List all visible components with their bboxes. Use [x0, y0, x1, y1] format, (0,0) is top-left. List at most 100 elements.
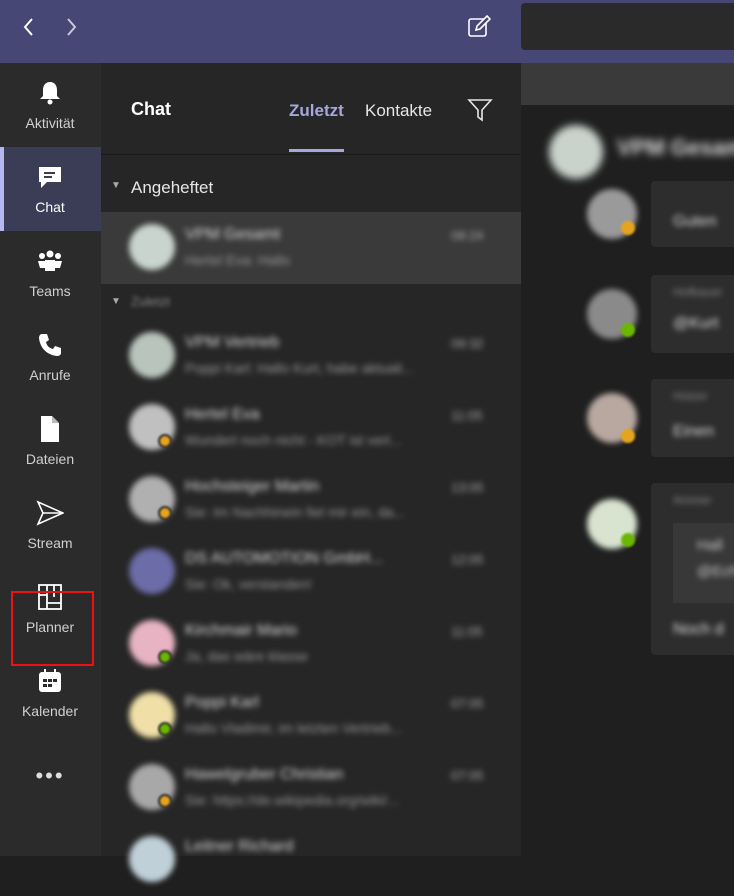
presence-away-icon	[158, 794, 172, 808]
quote-line: Hall	[697, 537, 723, 554]
section-title: Zuletzt	[131, 294, 171, 309]
chat-time: 11:05	[451, 624, 483, 639]
chat-name: Leitner Richard	[185, 838, 294, 855]
chat-time: 13:05	[451, 480, 484, 495]
compose-icon[interactable]	[466, 14, 492, 40]
conversation-pane: VPM Gesamt Guten Hofbauer @Kurt Holzer E…	[521, 63, 734, 856]
file-icon	[41, 416, 59, 442]
chat-list-item[interactable]: VPM Vertrieb Poppi Karl: Hallo Kurt, habe…	[101, 320, 521, 392]
highlight-box	[11, 591, 94, 666]
tab-recent[interactable]: Zuletzt	[289, 101, 344, 152]
app-title-bar	[0, 0, 734, 63]
rail-item-label: Teams	[29, 283, 71, 299]
search-input[interactable]	[521, 3, 734, 50]
chat-time: 07:05	[451, 768, 484, 783]
avatar	[129, 836, 175, 882]
message-author: Ammer	[673, 493, 712, 507]
message-text: Einen	[673, 423, 714, 440]
bell-icon	[40, 82, 60, 105]
chat-preview: Hallo Vladimir, im letzten Vertrieb...	[185, 720, 403, 736]
rail-item-label: Stream	[27, 535, 73, 551]
more-apps-button[interactable]: •••	[30, 763, 70, 793]
chat-list-item[interactable]: Hertel Eva Wunderl noch nicht - KOT ist v…	[101, 392, 521, 464]
chat-list-item[interactable]: Hawelgruber Christian Sie: https://de.wik…	[101, 752, 521, 824]
chat-list-item[interactable]: Hochsteiger Martin Sie: Im Nachhinein fie…	[101, 464, 521, 536]
rail-item-activity[interactable]: Aktivität	[0, 63, 101, 147]
section-pinned[interactable]: ▼ Angeheftet	[101, 168, 521, 208]
phone-icon	[39, 334, 61, 356]
avatar	[129, 548, 175, 594]
rail-item-label: Anrufe	[29, 367, 71, 383]
presence-away-icon	[621, 221, 635, 235]
chat-preview: Poppi Karl: Hallo Kurt, habe aktuali...	[185, 360, 414, 376]
calendar-icon	[39, 669, 61, 692]
stream-icon	[36, 500, 64, 526]
rail-item-label: Dateien	[25, 451, 75, 467]
presence-available-icon	[621, 323, 635, 337]
chat-name: VPM Vertrieb	[185, 334, 280, 351]
presence-away-icon	[158, 434, 172, 448]
chat-list-item[interactable]: Leitner Richard	[101, 824, 521, 896]
chat-time: 07:05	[451, 696, 484, 711]
chevron-down-icon: ▼	[111, 296, 121, 307]
chat-preview: Sie: https://de.wikipedia.org/wiki/...	[185, 792, 399, 808]
message-text: Guten	[673, 213, 717, 230]
chat-time: 09:32	[451, 336, 484, 351]
avatar	[129, 224, 175, 270]
chat-name: Kirchmair Mario	[185, 622, 298, 639]
chat-icon	[39, 167, 61, 188]
message-bubble: Hofbauer @Kurt	[651, 275, 734, 353]
chat-preview: Ja, das wäre klasse	[185, 648, 308, 664]
rail-item-label: Kalender	[21, 703, 79, 719]
message-bubble: Guten	[651, 181, 734, 247]
section-title: Angeheftet	[131, 178, 214, 197]
chat-time: 11:05	[451, 408, 483, 423]
presence-available-icon	[621, 533, 635, 547]
chat-preview: Wunderl noch nicht - KOT ist verl...	[185, 432, 402, 448]
rail-item-calls[interactable]: Anrufe	[0, 315, 101, 399]
chat-name: Hochsteiger Martin	[185, 478, 320, 495]
chevron-left-icon[interactable]	[16, 14, 42, 40]
conversation-title: VPM Gesamt	[617, 135, 734, 160]
message-author: Hofbauer	[673, 285, 723, 299]
chat-title: Chat	[131, 99, 171, 119]
quote-line: @Ech	[697, 563, 734, 580]
chat-list-item[interactable]: Poppi Karl Hallo Vladimir, im letzten Ver…	[101, 680, 521, 752]
chat-name: DS AUTOMOTION GmbH...	[185, 550, 383, 567]
rail-item-stream[interactable]: Stream	[0, 483, 101, 567]
avatar	[129, 332, 175, 378]
chat-name: Poppi Karl	[185, 694, 259, 711]
chat-list-item[interactable]: Kirchmair Mario Ja, das wäre klasse 11:05	[101, 608, 521, 680]
chevron-right-icon[interactable]	[58, 14, 84, 40]
chat-list-item[interactable]: VPM Gesamt Hertel Eva: Hallo 08:24	[101, 212, 521, 284]
chat-time: 08:24	[451, 228, 484, 243]
chat-header: Chat Zuletzt Kontakte	[101, 63, 521, 155]
rail-item-teams[interactable]: Teams	[0, 231, 101, 315]
presence-available-icon	[158, 650, 172, 664]
message-text: @Kurt	[673, 315, 719, 332]
chat-name: Hertel Eva	[185, 406, 260, 423]
message-bubble: Holzer Einen	[651, 379, 734, 457]
presence-away-icon	[158, 506, 172, 520]
chat-list-item[interactable]: DS AUTOMOTION GmbH... Sie: Ok, verstanden…	[101, 536, 521, 608]
rail-item-files[interactable]: Dateien	[0, 399, 101, 483]
message-author: Holzer	[673, 389, 708, 403]
message-text: Noch d	[673, 621, 724, 638]
chat-preview: Hertel Eva: Hallo	[185, 252, 291, 268]
conversation-toolbar	[521, 63, 734, 105]
chat-name: VPM Gesamt	[185, 226, 281, 243]
chat-preview: Sie: Ok, verstanden!	[185, 576, 312, 592]
rail-item-label: Aktivität	[25, 115, 75, 131]
presence-away-icon	[621, 429, 635, 443]
filter-icon[interactable]	[467, 97, 493, 123]
rail-item-label: Chat	[35, 199, 65, 215]
tab-contacts[interactable]: Kontakte	[365, 101, 432, 121]
section-recent[interactable]: ▼ Zuletzt	[101, 284, 521, 324]
teams-icon	[38, 250, 62, 271]
chat-list-panel: Chat Zuletzt Kontakte ▼ Angeheftet VPM G…	[101, 63, 521, 882]
chat-name: Hawelgruber Christian	[185, 766, 344, 783]
app-rail: Aktivität Chat Teams Anrufe Dateien Stre…	[0, 63, 101, 856]
chat-preview: Sie: Im Nachhinein fiel mir ein, da...	[185, 504, 406, 520]
rail-item-chat[interactable]: Chat	[0, 147, 101, 231]
presence-available-icon	[158, 722, 172, 736]
